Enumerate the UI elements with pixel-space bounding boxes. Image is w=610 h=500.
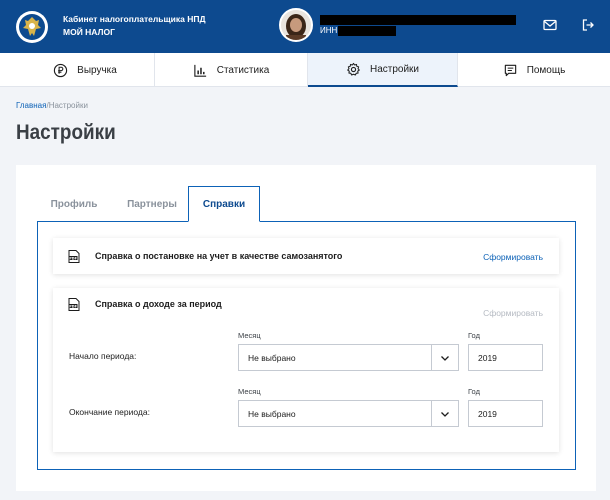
tab-profile-label: Профиль: [50, 198, 98, 210]
main-nav: Выручка Статистика Настройки Помощь: [0, 53, 610, 87]
user-photo: [281, 10, 311, 40]
generate-income-button[interactable]: Сформировать: [483, 308, 543, 318]
end-month-select[interactable]: Не выбрано: [238, 400, 459, 427]
start-month-value: Не выбрано: [248, 353, 296, 363]
tab-partners-label: Партнеры: [127, 198, 177, 210]
pdf-icon: PDF: [68, 250, 80, 263]
nav-label-revenue: Выручка: [77, 64, 117, 76]
breadcrumb-current: Настройки: [48, 101, 88, 110]
nav-item-statistics[interactable]: Статистика: [155, 53, 308, 87]
pdf-icon: PDF: [68, 298, 80, 311]
nav-item-revenue[interactable]: Выручка: [16, 53, 155, 87]
gear-icon: [347, 62, 360, 76]
settings-card: Профиль Партнеры Справки PDF Справка о п…: [16, 165, 596, 491]
fns-emblem-icon: [16, 11, 48, 43]
nav-label-help: Помощь: [526, 64, 566, 76]
top-header: Кабинет налогоплательщика НПД МОЙ НАЛОГ …: [0, 0, 610, 53]
end-period-label: Окончание периода:: [69, 407, 150, 417]
user-name-redacted: [320, 15, 516, 25]
certificates-panel: PDF Справка о постановке на учет в качес…: [37, 221, 576, 470]
app-title-line2: МОЙ НАЛОГ: [63, 27, 115, 37]
select-divider: [431, 401, 432, 426]
svg-text:PDF: PDF: [69, 256, 77, 260]
chevron-down-icon: [441, 412, 449, 417]
breadcrumb: Главная/Настройки: [16, 101, 88, 110]
app-title-line1: Кабинет налогоплательщика НПД: [63, 14, 206, 24]
nav-item-help[interactable]: Помощь: [458, 53, 610, 87]
user-avatar[interactable]: [279, 8, 313, 42]
message-icon: [504, 64, 516, 76]
ruble-icon: [54, 63, 68, 77]
tab-partners[interactable]: Партнеры: [116, 186, 188, 222]
app-title: Кабинет налогоплательщика НПД МОЙ НАЛОГ: [63, 13, 206, 39]
tab-profile[interactable]: Профиль: [38, 186, 110, 222]
mail-icon[interactable]: [542, 17, 558, 33]
start-month-caption: Месяц: [238, 331, 261, 340]
page-title: Настройки: [16, 121, 116, 144]
start-month-select[interactable]: Не выбрано: [238, 344, 459, 371]
generate-registration-button[interactable]: Сформировать: [483, 252, 543, 262]
logout-icon[interactable]: [580, 17, 596, 33]
end-month-value: Не выбрано: [248, 409, 296, 419]
start-year-input[interactable]: 2019: [468, 344, 543, 371]
breadcrumb-home[interactable]: Главная: [16, 101, 46, 110]
tab-certificates[interactable]: Справки: [188, 186, 260, 222]
end-year-caption: Год: [468, 387, 480, 396]
nav-label-settings: Настройки: [369, 63, 420, 75]
inn-value-redacted: [338, 26, 396, 36]
end-year-input[interactable]: 2019: [468, 400, 543, 427]
end-month-caption: Месяц: [238, 387, 261, 396]
income-certificate: PDF Справка о доходе за период Сформиров…: [53, 288, 559, 452]
tab-certificates-label: Справки: [202, 198, 246, 210]
select-divider: [431, 345, 432, 370]
bar-chart-icon: [194, 64, 206, 77]
start-period-label: Начало периода:: [69, 351, 137, 361]
registration-certificate-title: Справка о постановке на учет в качестве …: [95, 251, 343, 261]
nav-label-statistics: Статистика: [216, 64, 270, 76]
start-year-caption: Год: [468, 331, 480, 340]
registration-certificate: PDF Справка о постановке на учет в качес…: [53, 238, 559, 274]
inn-label: ИНН: [320, 26, 338, 35]
chevron-down-icon: [441, 356, 449, 361]
svg-text:PDF: PDF: [69, 304, 77, 308]
nav-item-settings[interactable]: Настройки: [308, 53, 458, 87]
income-certificate-title: Справка о доходе за период: [95, 299, 222, 309]
